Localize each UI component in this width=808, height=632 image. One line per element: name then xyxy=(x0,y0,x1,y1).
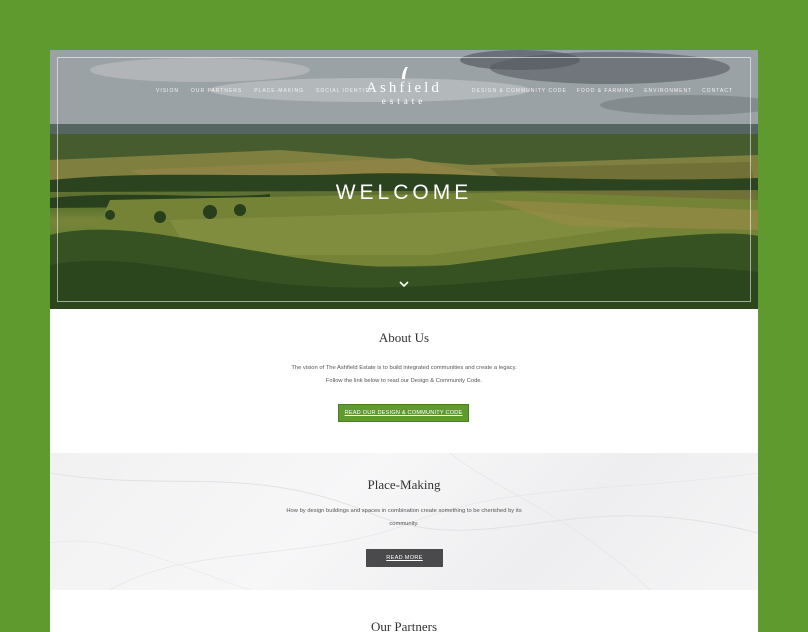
logo-name: Ashfield xyxy=(366,80,442,96)
site-logo[interactable]: Ashfield estate xyxy=(354,66,454,106)
about-text: The vision of The Ashfield Estate is to … xyxy=(291,365,517,384)
nav-right: DESIGN & COMMUNITY CODE FOOD & FARMING E… xyxy=(472,88,733,94)
read-design-code-button[interactable]: READ OUR DESIGN & COMMUNITY CODE xyxy=(338,404,469,422)
place-making-section: Place-Making How by design buildings and… xyxy=(50,453,758,590)
nav-item-environment[interactable]: ENVIRONMENT xyxy=(644,88,692,94)
nav-item-place-making[interactable]: PLACE-MAKING xyxy=(254,88,304,94)
logo-subtitle: estate xyxy=(381,96,427,106)
read-more-button[interactable]: READ MORE xyxy=(366,549,443,567)
about-section: About Us The vision of The Ashfield Esta… xyxy=(50,309,758,453)
nav-item-food-farming[interactable]: FOOD & FARMING xyxy=(577,88,634,94)
place-making-heading: Place-Making xyxy=(367,477,441,492)
about-heading: About Us xyxy=(378,330,430,345)
partners-heading: Our Partners xyxy=(370,619,438,632)
nav-item-vision[interactable]: VISION xyxy=(156,88,179,94)
website-page: VISION OUR PARTNERS PLACE-MAKING SOCIAL … xyxy=(50,50,758,632)
place-making-text: How by design buildings and spaces in co… xyxy=(286,508,522,527)
chevron-down-icon[interactable] xyxy=(398,279,410,289)
hero-title: WELCOME xyxy=(335,181,473,204)
nav-item-our-partners[interactable]: OUR PARTNERS xyxy=(191,88,242,94)
nav-item-contact[interactable]: CONTACT xyxy=(702,88,733,94)
nav-item-design-community-code[interactable]: DESIGN & COMMUNITY CODE xyxy=(472,88,567,94)
hero-banner: VISION OUR PARTNERS PLACE-MAKING SOCIAL … xyxy=(50,50,758,309)
nav-left: VISION OUR PARTNERS PLACE-MAKING SOCIAL … xyxy=(156,88,373,94)
partners-section: Our Partners xyxy=(50,590,758,632)
bird-logo-icon xyxy=(402,66,409,79)
